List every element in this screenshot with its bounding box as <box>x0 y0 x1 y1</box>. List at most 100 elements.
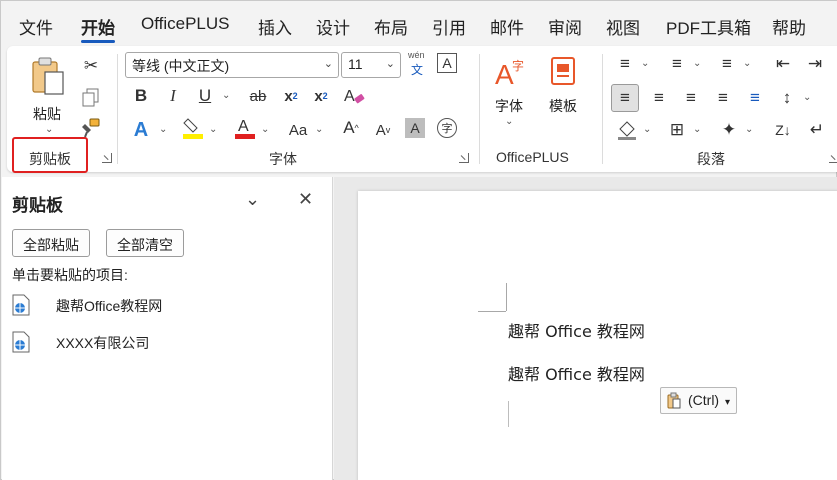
italic-icon[interactable]: I <box>161 84 185 108</box>
svg-text:A: A <box>238 118 249 135</box>
phonetic-top: wén <box>408 50 425 60</box>
clear-formatting-icon[interactable]: A <box>343 84 367 108</box>
shrink-font-icon[interactable]: Av <box>371 118 395 142</box>
officeplus-template-button[interactable]: 模板 <box>543 54 587 134</box>
officeplus-font-icon: A 字 <box>495 58 524 90</box>
officeplus-font-button[interactable]: A 字 字体 ⌄ <box>489 54 533 134</box>
svg-text:字: 字 <box>512 58 524 73</box>
copy-icon[interactable] <box>79 86 103 110</box>
numbering-icon[interactable]: ≡ <box>665 52 689 76</box>
paste-all-button[interactable]: 全部粘贴 <box>12 229 90 257</box>
bullets-icon[interactable]: ≡ <box>613 52 637 76</box>
pane-title: 剪贴板 <box>12 196 63 215</box>
chevron-down-icon: ⌄ <box>209 124 218 135</box>
tab-help[interactable]: 帮助 <box>772 14 806 39</box>
character-shading-icon[interactable]: A <box>405 118 425 138</box>
close-icon[interactable]: ✕ <box>298 189 313 210</box>
svg-text:A: A <box>344 88 355 105</box>
line-spacing-icon[interactable]: ↕ <box>775 86 799 110</box>
chinese-layout-icon[interactable]: ✦ <box>717 118 741 142</box>
align-left-icon[interactable]: ≡ <box>611 84 639 112</box>
document-paragraph[interactable]: 趣帮 Office 教程网 <box>508 361 645 385</box>
pane-hint: 单击要粘贴的项目: <box>12 267 128 283</box>
clipboard-item[interactable]: 趣帮Office教程网 <box>12 290 312 320</box>
strikethrough-icon[interactable]: ab <box>243 84 273 108</box>
distributed-icon[interactable]: ≡ <box>743 86 767 110</box>
tab-pdf-toolbox[interactable]: PDF工具箱 <box>666 14 751 39</box>
phonetic-guide-button[interactable]: wén 文 <box>408 50 430 78</box>
phonetic-bottom: 文 <box>411 63 424 77</box>
underline-icon[interactable]: U <box>193 84 217 108</box>
enclose-characters-icon[interactable]: 字 <box>437 118 457 138</box>
document-area: 趣帮 Office 教程网 趣帮 Office 教程网 (Ctrl) ▾ <box>334 177 837 480</box>
tab-layout[interactable]: 布局 <box>374 14 408 39</box>
cut-icon[interactable]: ✂ <box>79 54 103 78</box>
clipboard-item-text: XXXX有限公司 <box>56 335 150 351</box>
align-center-icon[interactable]: ≡ <box>647 86 671 110</box>
officeplus-group-label: OfficePLUS <box>496 149 569 165</box>
chevron-down-icon: ⌄ <box>643 124 652 135</box>
font-name-select[interactable]: 等线 (中文正文) ⌄ <box>125 52 339 78</box>
tab-insert[interactable]: 插入 <box>258 14 292 39</box>
paste-icon <box>32 57 64 95</box>
paste-icon <box>667 392 681 409</box>
tab-file[interactable]: 文件 <box>19 14 53 39</box>
margin-marker <box>478 311 506 312</box>
change-case-icon[interactable]: Aa <box>283 118 313 142</box>
text-cursor <box>508 401 509 427</box>
tab-design[interactable]: 设计 <box>316 14 350 39</box>
clipboard-highlight-box <box>12 137 88 173</box>
clear-all-button[interactable]: 全部清空 <box>106 229 184 257</box>
superscript-icon[interactable]: x2 <box>309 84 333 108</box>
pane-options-chevron-icon[interactable]: ⌄ <box>245 189 260 210</box>
font-color-icon[interactable]: A <box>233 116 257 140</box>
tab-mailings[interactable]: 邮件 <box>490 14 524 39</box>
divider <box>602 54 603 164</box>
increase-indent-icon[interactable]: ⇥ <box>803 52 827 76</box>
chevron-down-icon: ⌄ <box>385 58 395 70</box>
chevron-down-icon: ⌄ <box>743 58 752 69</box>
text-effects-icon[interactable]: A <box>129 118 153 142</box>
clipboard-item-text: 趣帮Office教程网 <box>56 298 163 314</box>
justify-icon[interactable]: ≡ <box>711 86 735 110</box>
subscript-icon[interactable]: x2 <box>279 84 303 108</box>
chevron-down-icon: ⌄ <box>323 58 333 70</box>
clipboard-launcher-icon[interactable] <box>102 153 112 163</box>
highlight-color-icon[interactable] <box>181 116 205 140</box>
bold-icon[interactable]: B <box>129 84 153 108</box>
sort-icon[interactable]: Z↓ <box>771 118 795 142</box>
paste-options-label: (Ctrl) <box>688 392 720 408</box>
tab-officeplus[interactable]: OfficePLUS <box>141 14 230 34</box>
tab-review[interactable]: 审阅 <box>548 14 582 39</box>
chevron-down-icon: ⌄ <box>693 124 702 135</box>
font-size-value: 11 <box>348 56 363 72</box>
paste-options-button[interactable]: (Ctrl) ▾ <box>660 387 738 414</box>
chevron-down-icon: ⌄ <box>261 124 270 135</box>
font-size-select[interactable]: 11 ⌄ <box>341 52 401 78</box>
font-group-label: 字体 <box>269 151 297 167</box>
paste-button[interactable]: 粘贴 ⌄ <box>25 54 75 135</box>
multilevel-list-icon[interactable]: ≡ <box>715 52 739 76</box>
paragraph-group-label: 段落 <box>697 151 725 167</box>
tab-view[interactable]: 视图 <box>606 14 640 39</box>
tab-home[interactable]: 开始 <box>81 14 115 39</box>
font-launcher-icon[interactable] <box>459 153 469 163</box>
decrease-indent-icon[interactable]: ⇤ <box>771 52 795 76</box>
officeplus-template-icon <box>551 57 575 85</box>
document-paragraph[interactable]: 趣帮 Office 教程网 <box>508 318 645 342</box>
align-right-icon[interactable]: ≡ <box>679 86 703 110</box>
paste-label: 粘贴 <box>33 106 61 122</box>
show-formatting-icon[interactable]: ↵ <box>805 118 829 142</box>
paragraph-launcher-icon[interactable] <box>829 153 837 163</box>
active-tab-indicator <box>81 40 115 43</box>
chevron-down-icon: ⌄ <box>45 124 54 135</box>
tab-references[interactable]: 引用 <box>432 14 466 39</box>
officeplus-template-label: 模板 <box>549 98 577 114</box>
shading-icon[interactable] <box>615 118 639 142</box>
borders-icon[interactable]: ⊞ <box>665 118 689 142</box>
grow-font-icon[interactable]: A ^ <box>339 116 363 140</box>
margin-marker <box>506 283 507 311</box>
character-border-icon[interactable]: A <box>437 53 457 73</box>
clipboard-item[interactable]: XXXX有限公司 <box>12 327 312 357</box>
document-page[interactable]: 趣帮 Office 教程网 趣帮 Office 教程网 (Ctrl) ▾ <box>358 191 837 480</box>
